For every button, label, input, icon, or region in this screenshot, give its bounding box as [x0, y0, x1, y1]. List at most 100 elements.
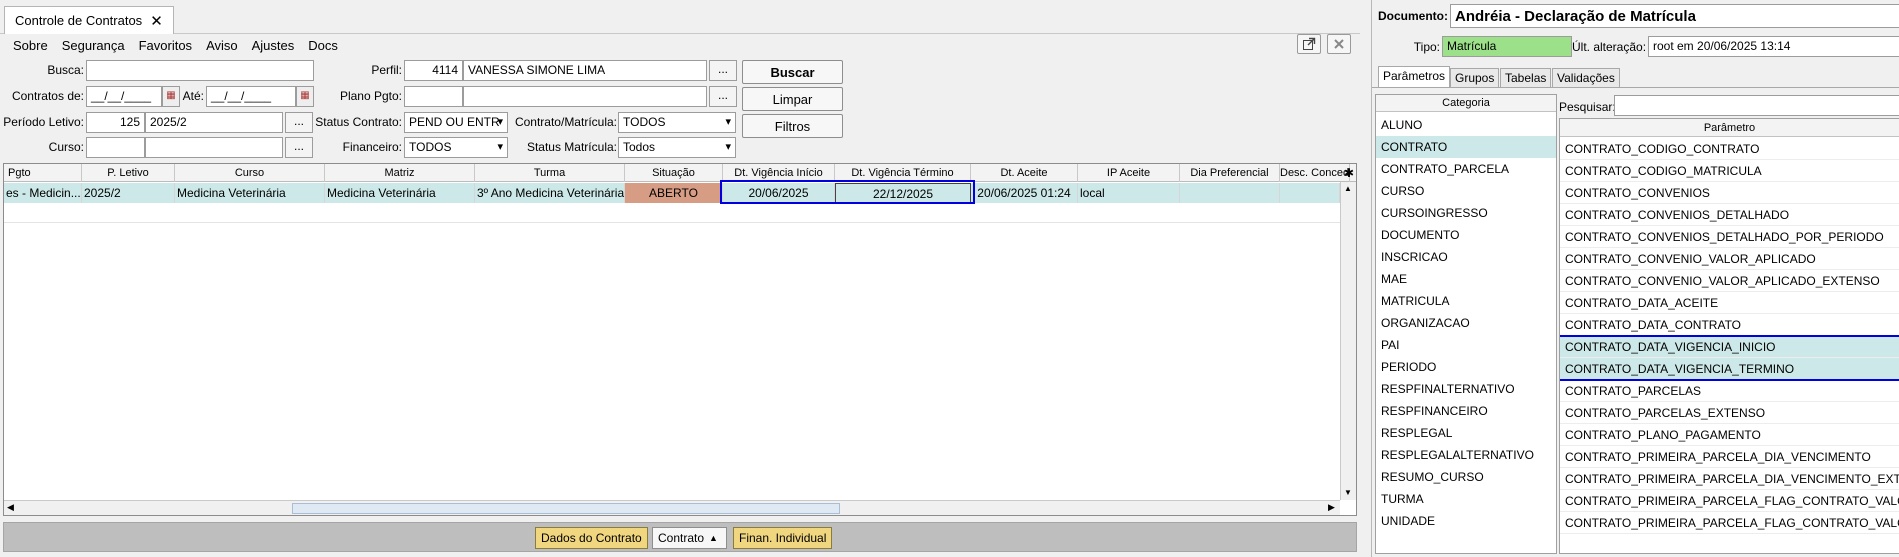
category-item[interactable]: CURSO	[1376, 180, 1556, 202]
category-item[interactable]: ALUNO	[1376, 114, 1556, 136]
contrato-matricula-select[interactable]: TODOS	[618, 112, 736, 133]
perfil-code-input[interactable]: 4114	[404, 60, 463, 81]
scroll-up-icon[interactable]: ▲	[1344, 184, 1352, 193]
cell-situacao: ABERTO	[625, 183, 723, 203]
curso-name-input[interactable]	[145, 137, 283, 158]
parameter-item[interactable]: CONTRATO_CONVENIOS	[1560, 182, 1899, 204]
category-item[interactable]: CURSOINGRESSO	[1376, 202, 1556, 224]
scroll-right-icon[interactable]: ▶	[1328, 502, 1335, 513]
category-item[interactable]: RESPLEGALALTERNATIVO	[1376, 444, 1556, 466]
plano-pgto-name-input[interactable]	[463, 86, 707, 107]
parameter-item[interactable]: CONTRATO_PRIMEIRA_PARCELA_DIA_VENCIMENTO	[1560, 446, 1899, 468]
external-link-icon[interactable]	[1297, 34, 1321, 54]
col-dt-aceite[interactable]: Dt. Aceite	[971, 164, 1078, 182]
menu-sobre[interactable]: Sobre	[6, 38, 55, 53]
status-matricula-select[interactable]: Todos	[618, 137, 736, 158]
category-item[interactable]: RESPFINALTERNATIVO	[1376, 378, 1556, 400]
pesquisar-input[interactable]	[1614, 95, 1899, 116]
parameter-item[interactable]: CONTRATO_CONVENIOS_DETALHADO_POR_PERIODO	[1560, 226, 1899, 248]
curso-lookup-button[interactable]: ...	[285, 137, 313, 158]
category-item[interactable]: MATRICULA	[1376, 290, 1556, 312]
ate-input[interactable]: __/__/____	[206, 86, 296, 107]
perfil-name-input[interactable]: VANESSA SIMONE LIMA	[463, 60, 707, 81]
category-item[interactable]: ORGANIZACAO	[1376, 312, 1556, 334]
plano-pgto-code-input[interactable]	[404, 86, 463, 107]
category-item[interactable]: RESPLEGAL	[1376, 422, 1556, 444]
menu-favoritos[interactable]: Favoritos	[132, 38, 199, 53]
curso-code-input[interactable]	[86, 137, 145, 158]
category-item[interactable]: PAI	[1376, 334, 1556, 356]
status-contrato-select[interactable]: PEND OU ENTR	[404, 112, 508, 133]
cell-p-letivo: 2025/2	[82, 183, 175, 203]
menu-seguranca[interactable]: Segurança	[55, 38, 132, 53]
col-turma[interactable]: Turma	[475, 164, 625, 182]
parameter-item[interactable]: CONTRATO_PRIMEIRA_PARCELA_FLAG_CONTRATO_…	[1560, 490, 1899, 512]
scroll-thumb[interactable]	[292, 503, 840, 514]
parameter-item[interactable]: CONTRATO_CONVENIO_VALOR_APLICADO_EXTENSO	[1560, 270, 1899, 292]
plano-pgto-lookup-button[interactable]: ...	[709, 86, 737, 107]
parameter-item[interactable]: CONTRATO_CODIGO_CONTRATO	[1560, 138, 1899, 160]
parameter-item[interactable]: CONTRATO_CODIGO_MATRICULA	[1560, 160, 1899, 182]
tab-parametros[interactable]: Parâmetros	[1378, 66, 1451, 87]
periodo-lookup-button[interactable]: ...	[285, 112, 313, 133]
parameter-item[interactable]: CONTRATO_PLANO_PAGAMENTO	[1560, 424, 1899, 446]
scroll-left-icon[interactable]: ◀	[7, 502, 14, 513]
category-item[interactable]: CONTRATO	[1376, 136, 1556, 158]
filtros-button[interactable]: Filtros	[742, 114, 843, 138]
category-item[interactable]: TURMA	[1376, 488, 1556, 510]
category-item[interactable]: CONTRATO_PARCELA	[1376, 158, 1556, 180]
perfil-lookup-button[interactable]: ...	[709, 60, 737, 81]
contratos-de-input[interactable]: __/__/____	[86, 86, 162, 107]
category-item[interactable]: PERIODO	[1376, 356, 1556, 378]
col-pgto[interactable]: Pgto	[4, 164, 82, 182]
column-settings-icon[interactable]: ✱	[1344, 166, 1354, 180]
table-row[interactable]: es - Medicin... 2025/2 Medicina Veteriná…	[4, 183, 1340, 203]
calendar-icon[interactable]: ▦	[296, 86, 314, 107]
busca-input[interactable]	[86, 60, 314, 81]
tab-tabelas[interactable]: Tabelas	[1500, 68, 1552, 87]
periodo-name-input[interactable]: 2025/2	[145, 112, 283, 133]
horizontal-scrollbar[interactable]: ◀ ▶	[4, 500, 1340, 515]
calendar-icon[interactable]: ▦	[162, 86, 180, 107]
financeiro-select[interactable]: TODOS	[404, 137, 508, 158]
category-item[interactable]: RESUMO_CURSO	[1376, 466, 1556, 488]
col-situacao[interactable]: Situação	[625, 164, 723, 182]
category-item[interactable]: DOCUMENTO	[1376, 224, 1556, 246]
parameter-item[interactable]: CONTRATO_CONVENIOS_DETALHADO	[1560, 204, 1899, 226]
buscar-button[interactable]: Buscar	[742, 60, 843, 84]
col-matriz[interactable]: Matriz	[325, 164, 475, 182]
parameter-item[interactable]: CONTRATO_DATA_ACEITE	[1560, 292, 1899, 314]
category-item[interactable]: MAE	[1376, 268, 1556, 290]
category-item[interactable]: RESPFINANCEIRO	[1376, 400, 1556, 422]
tab-validacoes[interactable]: Validações	[1552, 68, 1620, 87]
scroll-down-icon[interactable]: ▼	[1344, 488, 1352, 497]
parameter-item[interactable]: CONTRATO_PARCELAS	[1560, 380, 1899, 402]
menu-aviso[interactable]: Aviso	[199, 38, 245, 53]
parameter-item[interactable]: CONTRATO_DATA_CONTRATO	[1560, 314, 1899, 336]
tab-controle-de-contratos[interactable]: Controle de Contratos ✕	[4, 6, 174, 34]
parameter-item[interactable]: CONTRATO_CONVENIO_VALOR_APLICADO	[1560, 248, 1899, 270]
parameter-item[interactable]: CONTRATO_PRIMEIRA_PARCELA_DIA_VENCIMENTO…	[1560, 468, 1899, 490]
vertical-scrollbar[interactable]: ▲ ▼	[1340, 182, 1356, 500]
col-desc-conced[interactable]: Desc. Conced	[1280, 164, 1350, 182]
tab-grupos[interactable]: Grupos	[1450, 68, 1500, 87]
col-ip-aceite[interactable]: IP Aceite	[1078, 164, 1180, 182]
tipo-field[interactable]: Matrícula	[1442, 36, 1572, 57]
contrato-menu-button[interactable]: Contrato ▲	[652, 527, 727, 549]
parameter-item[interactable]: CONTRATO_PARCELAS_EXTENSO	[1560, 402, 1899, 424]
category-item[interactable]: UNIDADE	[1376, 510, 1556, 532]
col-p-letivo[interactable]: P. Letivo	[82, 164, 175, 182]
dados-do-contrato-button[interactable]: Dados do Contrato	[535, 527, 648, 549]
col-curso[interactable]: Curso	[175, 164, 325, 182]
close-window-icon[interactable]	[1327, 34, 1351, 54]
finan-individual-button[interactable]: Finan. Individual	[733, 527, 833, 549]
parameter-item[interactable]: CONTRATO_PRIMEIRA_PARCELA_FLAG_CONTRATO_…	[1560, 512, 1899, 534]
menu-ajustes[interactable]: Ajustes	[245, 38, 302, 53]
limpar-button[interactable]: Limpar	[742, 87, 843, 111]
close-icon[interactable]: ✕	[150, 12, 163, 30]
col-dia-preferencial[interactable]: Dia Preferencial	[1180, 164, 1280, 182]
category-item[interactable]: INSCRICAO	[1376, 246, 1556, 268]
menu-docs[interactable]: Docs	[301, 38, 345, 53]
periodo-code-input[interactable]: 125	[86, 112, 145, 133]
documento-input[interactable]: Andréia - Declaração de Matrícula	[1450, 4, 1899, 28]
